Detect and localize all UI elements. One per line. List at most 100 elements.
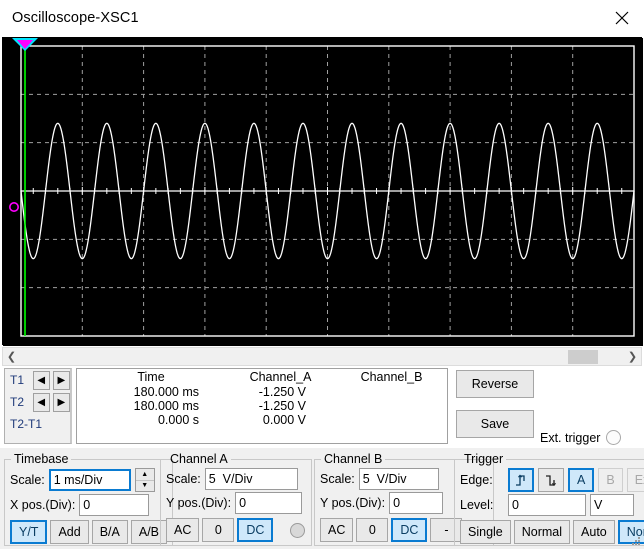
- oscilloscope-screen[interactable]: [2, 37, 642, 345]
- channel-b-ypos-label: Y pos.(Div):: [320, 496, 385, 510]
- readout-header-row: Time Channel_A Channel_B: [77, 369, 447, 385]
- trigger-source-b: B: [598, 468, 622, 492]
- trigger-source-ext: Ext: [627, 468, 644, 492]
- scrollbar-track[interactable]: [20, 348, 624, 365]
- cursor-row-t2: T2 ◀ ▶: [5, 391, 70, 413]
- channel-a-coupling-gnd[interactable]: 0: [202, 518, 234, 542]
- channel-a-scale-input[interactable]: [205, 468, 298, 490]
- cursor-t2-right-button[interactable]: ▶: [53, 393, 70, 412]
- ext-trigger-led[interactable]: [606, 430, 621, 445]
- trigger-level-label: Level:: [460, 498, 504, 512]
- channel-b-coupling-gnd[interactable]: 0: [356, 518, 388, 542]
- cursor-t1-left-button[interactable]: ◀: [33, 371, 50, 390]
- readout-t2-time: 180.000 ms: [77, 399, 225, 413]
- trigger-edge-label: Edge:: [460, 473, 504, 487]
- channel-b-coupling-ac[interactable]: AC: [320, 518, 353, 542]
- timebase-xpos-row: X pos.(Div):: [5, 494, 172, 516]
- trigger-mode-single[interactable]: Single: [460, 520, 511, 544]
- readout-delta-time: 0.000 s: [77, 413, 225, 427]
- trigger-mode-auto[interactable]: Auto: [573, 520, 615, 544]
- rising-edge-icon: [515, 474, 528, 487]
- cursor-t2-left-button[interactable]: ◀: [33, 393, 50, 412]
- table-row: 180.000 ms -1.250 V: [77, 399, 447, 413]
- channel-a-legend: Channel A: [167, 452, 231, 466]
- panel-action-buttons: Reverse Save: [456, 370, 536, 438]
- readout-t2-channel-a: -1.250 V: [225, 399, 336, 413]
- stepper-down-icon[interactable]: ▼: [136, 481, 154, 492]
- readout-t1-channel-a: -1.250 V: [225, 385, 336, 399]
- trigger-mode-normal[interactable]: Normal: [514, 520, 570, 544]
- readout-t1-channel-b: [336, 385, 447, 399]
- cursor-t1-right-button[interactable]: ▶: [53, 371, 70, 390]
- waveform-plot: [3, 38, 643, 346]
- trigger-edge-rising-button[interactable]: [508, 468, 534, 492]
- timebase-mode-add[interactable]: Add: [50, 520, 88, 544]
- table-row: 180.000 ms -1.250 V: [77, 385, 447, 399]
- channel-a-scale-row: Scale:: [161, 468, 311, 490]
- resize-grip-icon[interactable]: [630, 535, 642, 547]
- cursor-delta-label: T2-T1: [5, 413, 70, 431]
- channel-b-legend: Channel B: [321, 452, 385, 466]
- cursor-row-t1: T1 ◀ ▶: [5, 369, 70, 391]
- scroll-left-arrow-icon[interactable]: ❮: [3, 348, 20, 365]
- timebase-scale-input[interactable]: [49, 469, 131, 491]
- screen-horizontal-scrollbar[interactable]: ❮ ❯: [2, 347, 642, 366]
- timebase-legend: Timebase: [11, 452, 71, 466]
- timebase-scale-row: Scale: ▲ ▼: [5, 468, 172, 492]
- channel-a-coupling-ac[interactable]: AC: [166, 518, 199, 542]
- timebase-scale-stepper[interactable]: ▲ ▼: [135, 468, 155, 492]
- channel-b-ypos-input[interactable]: [389, 492, 443, 514]
- timebase-group: Timebase Scale: ▲ ▼ X pos.(Div): Y/T Add…: [4, 452, 173, 546]
- window-title: Oscilloscope-XSC1: [12, 10, 139, 26]
- control-panel: Timebase Scale: ▲ ▼ X pos.(Div): Y/T Add…: [0, 448, 644, 549]
- scrollbar-thumb[interactable]: [568, 350, 598, 364]
- cursor-controls: T1 ◀ ▶ T2 ◀ ▶ T2-T1: [4, 368, 72, 444]
- save-button[interactable]: Save: [456, 410, 534, 438]
- channel-b-scale-input[interactable]: [359, 468, 439, 490]
- timebase-mode-buttons: Y/T Add B/A A/B: [5, 520, 172, 544]
- cursor-t2-label: T2: [10, 395, 30, 409]
- readout-header-time: Time: [77, 369, 225, 385]
- channel-a-group: Channel A Scale: Y pos.(Div): AC 0 DC: [160, 452, 312, 546]
- readout-table: Time Channel_A Channel_B 180.000 ms -1.2…: [77, 369, 447, 427]
- channel-a-coupling-dc[interactable]: DC: [237, 518, 273, 542]
- channel-a-ypos-row: Y pos.(Div):: [161, 492, 311, 514]
- channel-a-led[interactable]: [290, 523, 305, 538]
- channel-a-ypos-input[interactable]: [235, 492, 302, 514]
- screen-canvas: [3, 38, 643, 346]
- reverse-button[interactable]: Reverse: [456, 370, 534, 398]
- table-row: 0.000 s 0.000 V: [77, 413, 447, 427]
- timebase-mode-ba[interactable]: B/A: [92, 520, 128, 544]
- trigger-edge-falling-button[interactable]: [538, 468, 564, 492]
- window-titlebar: Oscilloscope-XSC1: [0, 0, 644, 36]
- measurement-panel: T1 ◀ ▶ T2 ◀ ▶ T2-T1 Time Channel_A Chann…: [0, 368, 644, 446]
- channel-a-scale-label: Scale:: [166, 472, 201, 486]
- close-button[interactable]: [600, 0, 644, 36]
- channel-b-scale-label: Scale:: [320, 472, 355, 486]
- scroll-right-arrow-icon[interactable]: ❯: [624, 348, 641, 365]
- trigger-level-row: Level:: [455, 494, 644, 516]
- close-icon: [614, 10, 630, 26]
- trigger-level-unit-input[interactable]: [590, 494, 634, 516]
- readout-delta-channel-b: [336, 413, 447, 427]
- readout-t2-channel-b: [336, 399, 447, 413]
- readout-header-channel-b: Channel_B: [336, 369, 447, 385]
- readout-header-channel-a: Channel_A: [225, 369, 336, 385]
- trigger-group: Trigger Edge: A B Ext Level:: [454, 452, 644, 546]
- timebase-mode-yt[interactable]: Y/T: [10, 520, 47, 544]
- stepper-up-icon[interactable]: ▲: [136, 469, 154, 481]
- readout-delta-channel-a: 0.000 V: [225, 413, 336, 427]
- timebase-scale-label: Scale:: [10, 473, 45, 487]
- measurement-readout: Time Channel_A Channel_B 180.000 ms -1.2…: [76, 368, 448, 444]
- trigger-level-input[interactable]: [508, 494, 586, 516]
- readout-t1-time: 180.000 ms: [77, 385, 225, 399]
- cursor-t1-label: T1: [10, 373, 30, 387]
- channel-a-ypos-label: Y pos.(Div):: [166, 496, 231, 510]
- ext-trigger-indicator-group: Ext. trigger: [540, 430, 621, 445]
- timebase-xpos-input[interactable]: [79, 494, 149, 516]
- trigger-edge-row: Edge: A B Ext: [455, 468, 644, 492]
- channel-a-coupling-buttons: AC 0 DC: [161, 518, 311, 542]
- timebase-xpos-label: X pos.(Div):: [10, 498, 75, 512]
- trigger-source-a[interactable]: A: [568, 468, 594, 492]
- channel-b-coupling-dc[interactable]: DC: [391, 518, 427, 542]
